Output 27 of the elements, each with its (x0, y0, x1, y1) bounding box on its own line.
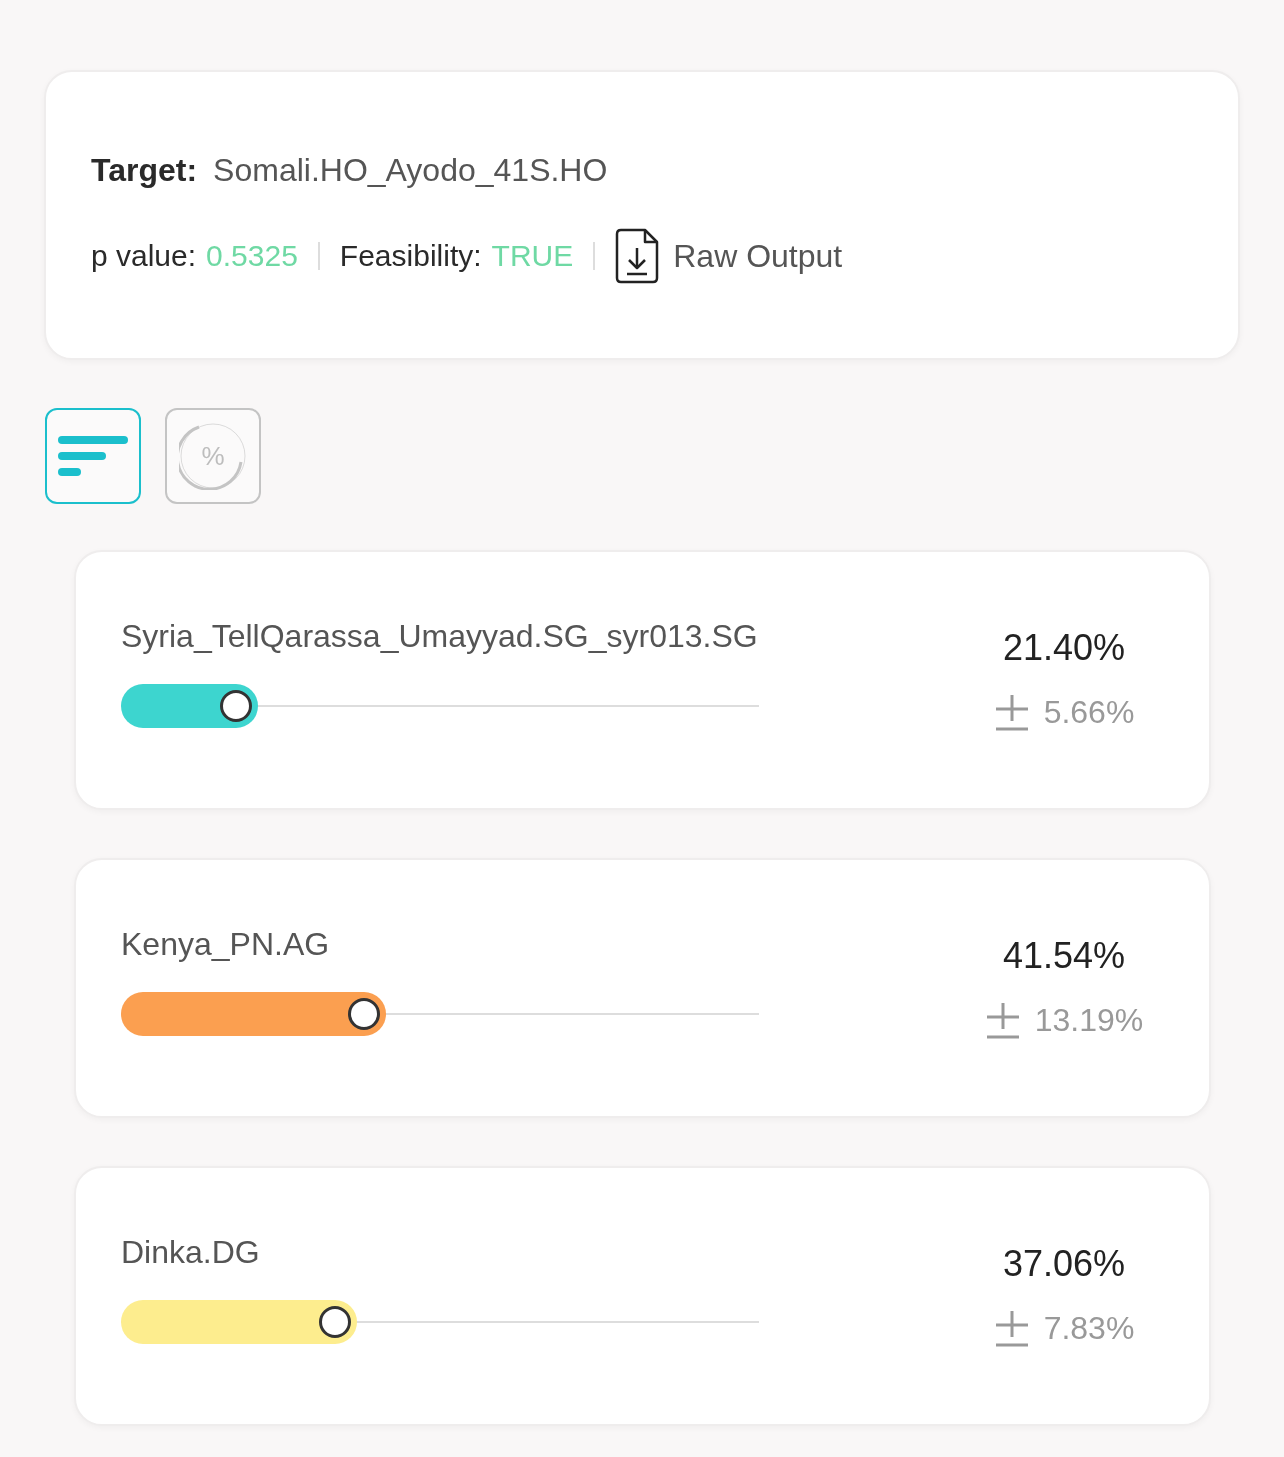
source-percent: 41.54% (1002, 934, 1126, 978)
source-percent: 37.06% (1002, 1242, 1126, 1286)
plus-minus-icon (993, 693, 1030, 731)
raw-output-link[interactable]: Raw Output (615, 228, 843, 284)
feasibility-value: TRUE (491, 238, 574, 274)
source-percent: 21.40% (1002, 626, 1126, 670)
p-value-label: p value: (91, 238, 197, 274)
view-mode-tab[interactable] (45, 408, 141, 504)
feasibility-label: Feasibility: (339, 238, 482, 274)
bars-icon (58, 436, 128, 476)
source-error: 13.19% (1034, 1001, 1144, 1040)
source-error: 5.66% (1043, 693, 1135, 732)
slider-track[interactable] (121, 684, 759, 728)
percent-symbol: % (201, 443, 225, 469)
file-download-icon (615, 228, 660, 284)
target-value: Somali.HO_Ayodo_41S.HO (213, 151, 608, 190)
p-value: 0.5325 (206, 238, 298, 274)
source-name: Kenya_PN.AG (121, 925, 331, 964)
slider-track[interactable] (121, 992, 759, 1036)
slider-track[interactable] (121, 1300, 759, 1344)
target-label: Target: (91, 151, 198, 190)
plus-minus-icon (984, 1001, 1021, 1039)
source-name: Syria_TellQarassa_Umayyad.SG_syr013.SG (121, 617, 759, 656)
source-error: 7.83% (1043, 1309, 1135, 1348)
plus-minus-icon (993, 1309, 1030, 1347)
ring-icon (179, 422, 247, 490)
source-name: Dinka.DG (121, 1233, 261, 1272)
